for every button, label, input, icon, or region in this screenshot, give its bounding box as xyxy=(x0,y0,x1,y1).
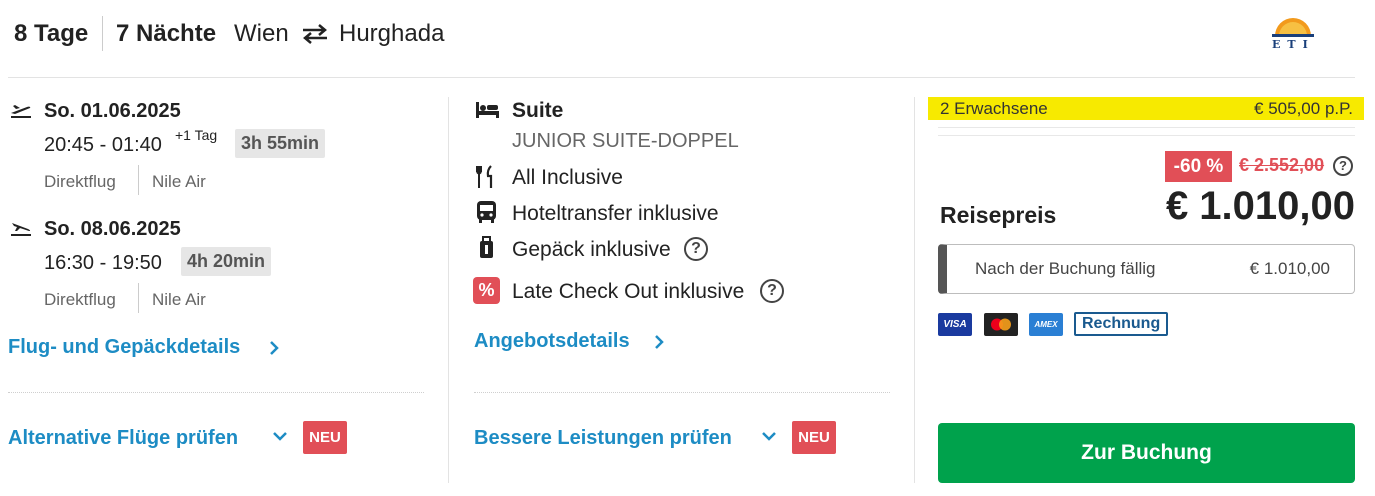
divider xyxy=(938,135,1355,136)
percent-icon: % xyxy=(473,277,500,304)
original-price: € 2.552,00 xyxy=(1239,155,1325,175)
traveller-count: 2 Erwachsene xyxy=(940,99,1048,118)
luggage-icon xyxy=(480,236,493,258)
book-button[interactable]: Zur Buchung xyxy=(938,423,1355,483)
flight-duration: 4h 20min xyxy=(181,247,272,276)
transfer-info: Hoteltransfer inklusive xyxy=(512,202,719,225)
divider xyxy=(8,392,424,393)
plane-arrival-icon xyxy=(11,223,31,236)
flight-date: So. 01.06.2025 xyxy=(44,100,181,122)
board-type: All Inclusive xyxy=(512,166,623,189)
help-icon[interactable]: ? xyxy=(1333,156,1353,176)
trip-days: 8 Tage xyxy=(14,20,89,47)
airline: Nile Air xyxy=(152,290,206,309)
chevron-down-icon[interactable] xyxy=(272,430,288,442)
flight-duration: 3h 55min xyxy=(235,129,326,158)
total-price: € 1.010,00 xyxy=(1165,184,1355,228)
better-services-link[interactable]: Bessere Leistungen prüfen xyxy=(474,427,732,450)
late-checkout-info: Late Check Out inklusive xyxy=(512,280,745,303)
invoice-badge: Rechnung xyxy=(1074,312,1169,336)
trip-header: 8 Tage 7 Nächte Wien Hurghada ETI xyxy=(0,0,1375,78)
flight-info-divider xyxy=(138,165,139,195)
flight-time: 20:45 - 01:40 xyxy=(44,134,162,156)
cutlery-icon xyxy=(476,165,493,188)
chevron-right-icon[interactable] xyxy=(268,340,280,356)
route-from: Wien xyxy=(234,20,289,47)
new-badge: NEU xyxy=(303,421,347,454)
logo-text: ETI xyxy=(1272,38,1315,51)
header-divider-line xyxy=(8,77,1355,78)
trip-nights: 7 Nächte xyxy=(116,20,217,47)
next-day-note: +1 Tag xyxy=(175,127,218,143)
route-to: Hurghada xyxy=(339,20,445,47)
discount-badge: -60 % xyxy=(1165,151,1232,182)
flight-type: Direktflug xyxy=(44,172,116,191)
chevron-right-icon[interactable] xyxy=(653,334,665,350)
header-divider xyxy=(102,16,103,51)
plane-departure-icon xyxy=(11,105,31,118)
help-icon[interactable]: ? xyxy=(760,279,784,303)
new-badge: NEU xyxy=(792,421,836,454)
due-amount: € 1.010,00 xyxy=(1249,259,1330,278)
total-price-label: Reisepreis xyxy=(940,202,1057,228)
airline: Nile Air xyxy=(152,172,206,191)
flight-date: So. 08.06.2025 xyxy=(44,218,181,240)
mastercard-logo xyxy=(991,318,1011,331)
bus-icon xyxy=(477,201,496,223)
flight-type: Direktflug xyxy=(44,290,116,309)
mastercard-icon xyxy=(984,313,1018,336)
divider xyxy=(474,392,890,393)
column-divider xyxy=(914,97,915,483)
flight-details-link[interactable]: Flug- und Gepäckdetails xyxy=(8,336,240,359)
column-divider xyxy=(448,97,449,483)
room-name: JUNIOR SUITE-DOPPEL xyxy=(512,130,739,152)
flight-info-divider xyxy=(138,283,139,313)
bed-icon xyxy=(476,102,499,118)
visa-icon: VISA xyxy=(938,313,972,336)
due-label: Nach der Buchung fällig xyxy=(975,259,1156,278)
amex-icon: AMEX xyxy=(1029,313,1063,336)
price-per-person: € 505,00 p.P. xyxy=(1254,99,1353,118)
help-icon[interactable]: ? xyxy=(684,237,708,261)
alternative-flights-link[interactable]: Alternative Flüge prüfen xyxy=(8,427,238,450)
flight-time: 16:30 - 19:50 xyxy=(44,252,162,274)
divider xyxy=(938,127,1355,128)
room-type: Suite xyxy=(512,99,564,122)
chevron-down-icon[interactable] xyxy=(761,430,777,442)
luggage-info: Gepäck inklusive xyxy=(512,238,671,261)
payment-due-box: Nach der Buchung fällig € 1.010,00 xyxy=(938,244,1355,294)
swap-arrows-icon xyxy=(303,24,327,44)
offer-details-link[interactable]: Angebotsdetails xyxy=(474,330,630,353)
